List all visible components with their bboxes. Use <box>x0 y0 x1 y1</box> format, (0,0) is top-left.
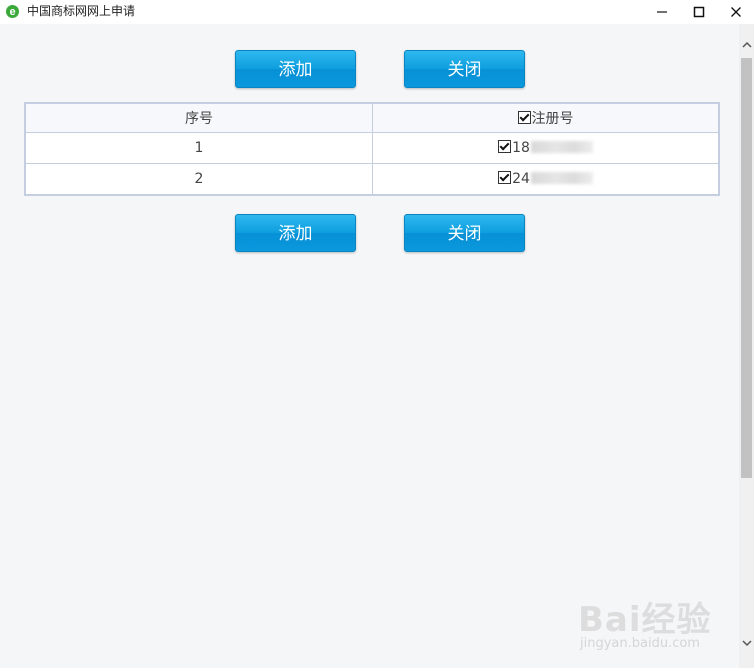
redacted-text <box>530 172 593 184</box>
reg-no-text: 24 <box>512 171 530 187</box>
minimize-button[interactable] <box>643 0 681 24</box>
close-icon <box>731 7 741 17</box>
title-bar: e 中国商标网网上申请 <box>0 0 754 24</box>
add-button-top[interactable]: 添加 <box>235 50 356 88</box>
scroll-up-button[interactable] <box>739 36 754 53</box>
header-reg-no-label: 注册号 <box>531 111 574 127</box>
add-button-bottom[interactable]: 添加 <box>235 214 356 252</box>
row-reg-no: 18 <box>372 132 720 164</box>
table-row: 1 18 <box>24 132 720 164</box>
table-row: 2 24 <box>24 163 720 196</box>
row-reg-no: 24 <box>372 163 720 196</box>
svg-text:e: e <box>9 6 15 18</box>
close-button-top[interactable]: 关闭 <box>404 50 525 88</box>
header-reg-no: 注册号 <box>372 102 720 133</box>
row-index: 1 <box>24 132 373 164</box>
row-checkbox[interactable] <box>498 140 512 153</box>
watermark-url: jingyan.baidu.com <box>580 636 700 651</box>
header-index: 序号 <box>24 102 373 133</box>
ie-icon: e <box>6 5 19 18</box>
table-header-row: 序号 注册号 <box>24 102 720 133</box>
close-button-bottom[interactable]: 关闭 <box>404 214 525 252</box>
maximize-button[interactable] <box>680 0 718 24</box>
row-index: 2 <box>24 163 373 196</box>
row-checkbox[interactable] <box>498 171 512 184</box>
select-all-checkbox[interactable] <box>517 111 531 124</box>
watermark-logo: Bai经验 <box>578 600 712 640</box>
close-window-button[interactable] <box>717 0 754 24</box>
vertical-scrollbar[interactable] <box>739 24 754 668</box>
scroll-thumb[interactable] <box>741 58 752 478</box>
content-area: 添加 关闭 序号 注册号 1 18 2 24 添加 关闭 Bai经验 jingy… <box>0 24 739 668</box>
reg-no-text: 18 <box>512 140 530 156</box>
maximize-icon <box>693 6 705 18</box>
scroll-down-button[interactable] <box>739 634 754 651</box>
minimize-icon <box>657 11 667 13</box>
trademark-table: 序号 注册号 1 18 2 24 <box>24 102 720 196</box>
chevron-down-icon <box>741 639 752 646</box>
window-title: 中国商标网网上申请 <box>27 4 136 18</box>
chevron-up-icon <box>741 41 752 48</box>
redacted-text <box>530 141 593 153</box>
